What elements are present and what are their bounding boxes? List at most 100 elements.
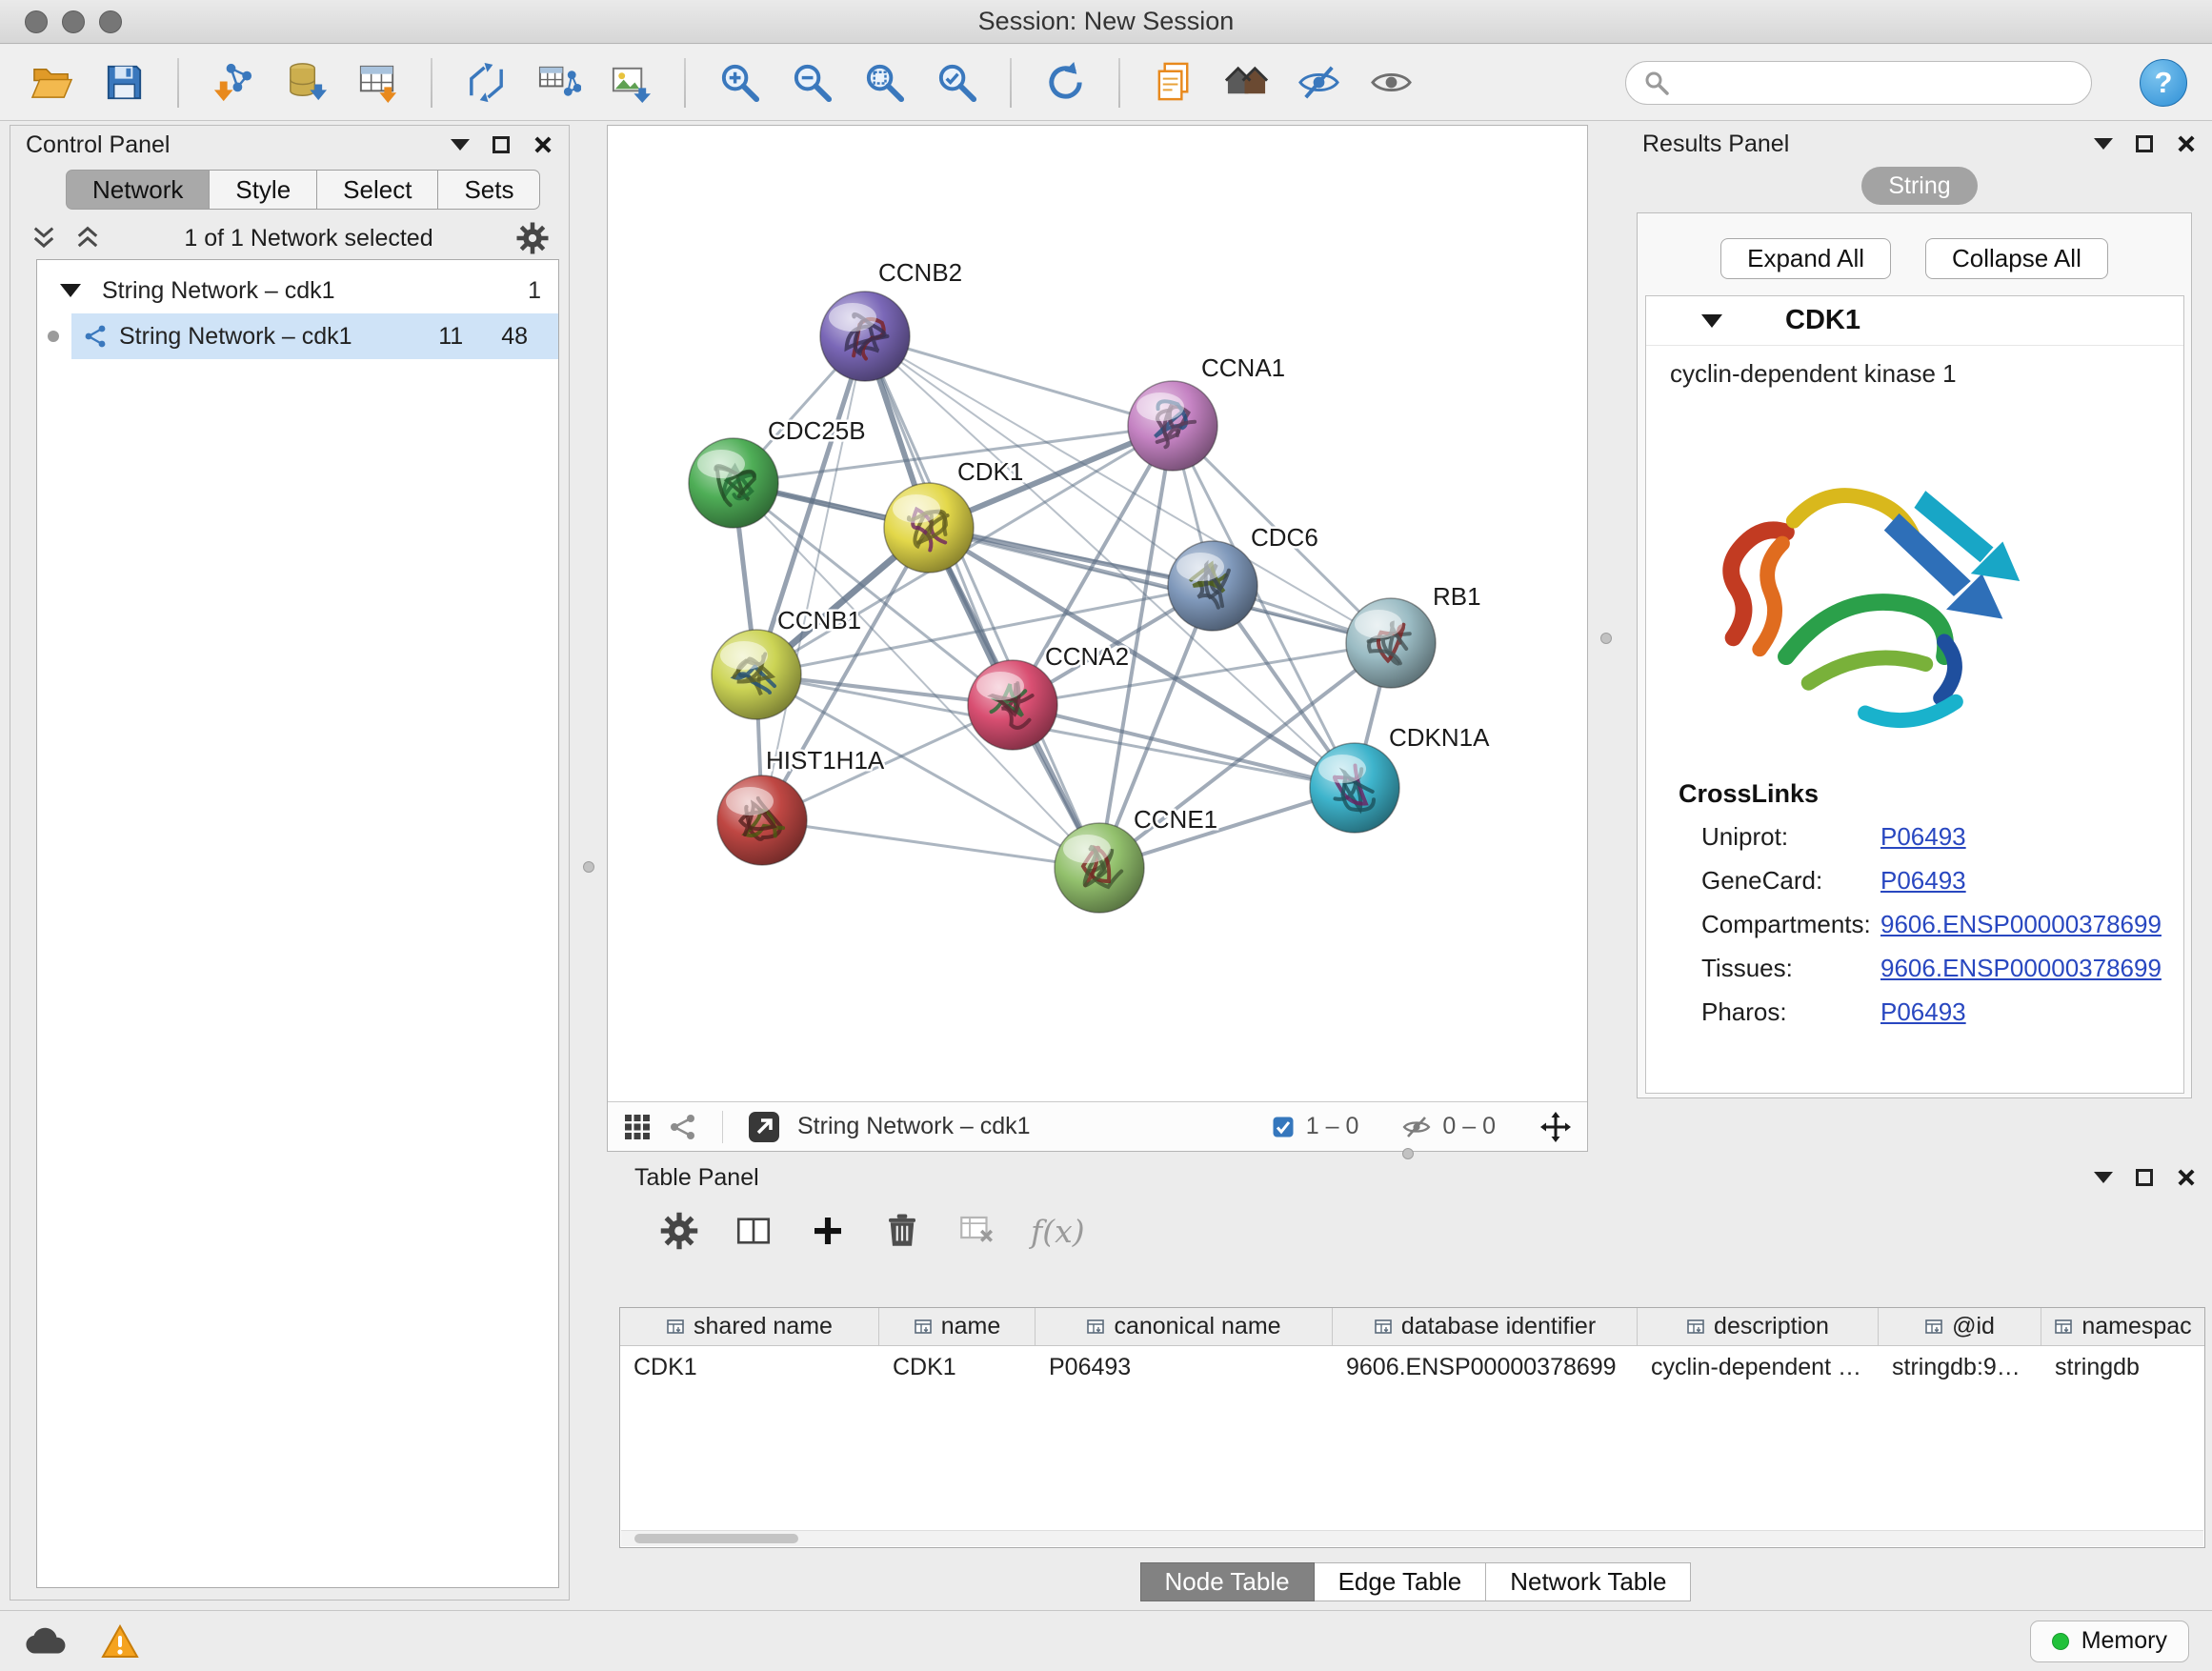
save-session-button[interactable] [97,56,151,110]
export-image-button[interactable] [604,56,657,110]
search-input[interactable] [1679,69,2074,96]
network-view-mode-icon[interactable] [669,1113,697,1141]
splitter-handle[interactable] [1402,1148,1414,1159]
network-edge[interactable] [865,336,1173,426]
memory-button[interactable]: Memory [2030,1621,2189,1662]
network-node-ccna1[interactable]: CCNA1 [1128,353,1285,471]
detach-view-icon[interactable] [748,1111,780,1143]
table-cell[interactable]: 9606.ENSP00000378699 [1333,1354,1638,1381]
tab-edge-table[interactable]: Edge Table [1315,1562,1487,1601]
table-cell[interactable]: stringdb:9… [1879,1354,2041,1381]
tab-style[interactable]: Style [210,170,317,210]
network-edge[interactable] [929,528,1391,643]
table-settings-gear-icon[interactable] [659,1211,699,1251]
column-header[interactable]: namespac [2041,1308,2204,1345]
panel-close-icon[interactable] [533,134,553,155]
panel-float-icon[interactable] [451,139,470,151]
table-cell[interactable]: P06493 [1036,1354,1333,1381]
table-cell[interactable]: CDK1 [879,1354,1036,1381]
delete-column-icon[interactable] [882,1211,922,1251]
tab-sets[interactable]: Sets [438,170,540,210]
panel-close-icon[interactable] [2176,133,2197,154]
crosslink-tissues-link[interactable]: 9606.ENSP00000378699 [1880,954,2162,983]
network-node-cdkn1a[interactable]: CDKN1A [1310,723,1490,833]
network-edge[interactable] [762,820,1099,868]
table-cell[interactable]: cyclin-dependent … [1638,1354,1879,1381]
zoom-in-button[interactable] [713,56,766,110]
splitter-handle[interactable] [583,861,594,873]
column-header[interactable]: description [1638,1308,1879,1345]
show-columns-icon[interactable] [734,1211,774,1251]
results-tab-string[interactable]: String [1861,167,1977,205]
panel-maximize-icon[interactable] [2136,1169,2153,1186]
hide-selected-button[interactable] [1292,56,1345,110]
panel-maximize-icon[interactable] [2136,135,2153,152]
network-options-button[interactable] [515,221,550,255]
zoom-window-button[interactable] [99,10,122,33]
collection-expand-icon[interactable] [60,284,81,297]
selected-checkbox-icon[interactable] [1272,1116,1295,1138]
panel-maximize-icon[interactable] [493,136,510,153]
network-node-hist1h1a[interactable]: HIST1H1A [717,746,885,865]
network-node-cdk1[interactable]: CDK1 [884,457,1023,573]
gene-card-header[interactable]: CDK1 [1646,296,2183,346]
add-column-icon[interactable] [808,1211,848,1251]
network-graph-canvas[interactable]: CCNB2CCNA1CDC25BCDK1CDC6RB1CCNB1CCNA2CDK… [608,126,1587,1101]
warnings-button[interactable] [101,1622,139,1661]
import-table-button[interactable] [351,56,404,110]
import-network-database-button[interactable] [278,56,332,110]
network-node-ccnb2[interactable]: CCNB2 [820,258,962,381]
column-header[interactable]: database identifier [1333,1308,1638,1345]
column-header[interactable]: @id [1879,1308,2041,1345]
table-row[interactable]: CDK1 CDK1 P06493 9606.ENSP00000378699 cy… [620,1346,2204,1388]
crosslink-genecard-link[interactable]: P06493 [1880,866,1966,896]
function-builder-button[interactable]: f(x) [1031,1213,1085,1250]
crosslink-pharos-link[interactable]: P06493 [1880,997,1966,1027]
delete-table-icon[interactable] [956,1211,996,1251]
table-horizontal-scrollbar[interactable] [621,1530,2203,1546]
pan-move-icon[interactable] [1539,1111,1572,1143]
gene-card-collapse-icon[interactable] [1701,314,1722,328]
show-all-button[interactable] [1364,56,1418,110]
network-node-rb1[interactable]: RB1 [1346,582,1481,688]
cloud-status-button[interactable] [23,1625,67,1658]
network-node-cdc6[interactable]: CDC6 [1168,523,1318,631]
network-edge[interactable] [865,336,1099,868]
zoom-selected-button[interactable] [930,56,983,110]
crosslink-compartments-link[interactable]: 9606.ENSP00000378699 [1880,910,2162,939]
panel-float-icon[interactable] [2094,1172,2113,1183]
close-window-button[interactable] [25,10,48,33]
tab-network-table[interactable]: Network Table [1486,1562,1691,1601]
zoom-out-button[interactable] [785,56,838,110]
table-cell[interactable]: stringdb [2041,1354,2204,1381]
minimize-window-button[interactable] [62,10,85,33]
network-collection-row[interactable]: String Network – cdk1 1 [37,268,558,313]
home-view-button[interactable] [1219,56,1273,110]
import-network-file-button[interactable] [206,56,259,110]
hidden-eye-slash-icon[interactable] [1402,1113,1431,1141]
crosslink-uniprot-link[interactable]: P06493 [1880,822,1966,852]
column-header[interactable]: name [879,1308,1036,1345]
tab-network[interactable]: Network [66,170,210,210]
network-from-table-button[interactable] [532,56,585,110]
panel-close-icon[interactable] [2176,1167,2197,1188]
collapse-all-networks-icon[interactable] [30,224,58,252]
duplicate-document-button[interactable] [1147,56,1200,110]
tab-select[interactable]: Select [317,170,438,210]
help-button[interactable]: ? [2140,59,2187,107]
expand-all-networks-icon[interactable] [73,224,102,252]
column-header[interactable]: shared name [620,1308,879,1345]
grid-view-icon[interactable] [623,1113,652,1141]
splitter-handle[interactable] [1600,633,1612,644]
search-field[interactable] [1625,61,2092,105]
panel-float-icon[interactable] [2094,138,2113,150]
clone-network-button[interactable] [459,56,513,110]
zoom-fit-button[interactable] [857,56,911,110]
expand-all-button[interactable]: Expand All [1720,238,1891,279]
collapse-all-button[interactable]: Collapse All [1925,238,2108,279]
network-node-cdc25b[interactable]: CDC25B [689,416,866,528]
scrollbar-thumb[interactable] [634,1534,798,1543]
open-session-button[interactable] [25,56,78,110]
network-node-ccnb1[interactable]: CCNB1 [712,606,861,719]
network-row-selected[interactable]: String Network – cdk1 11 48 [37,313,558,359]
